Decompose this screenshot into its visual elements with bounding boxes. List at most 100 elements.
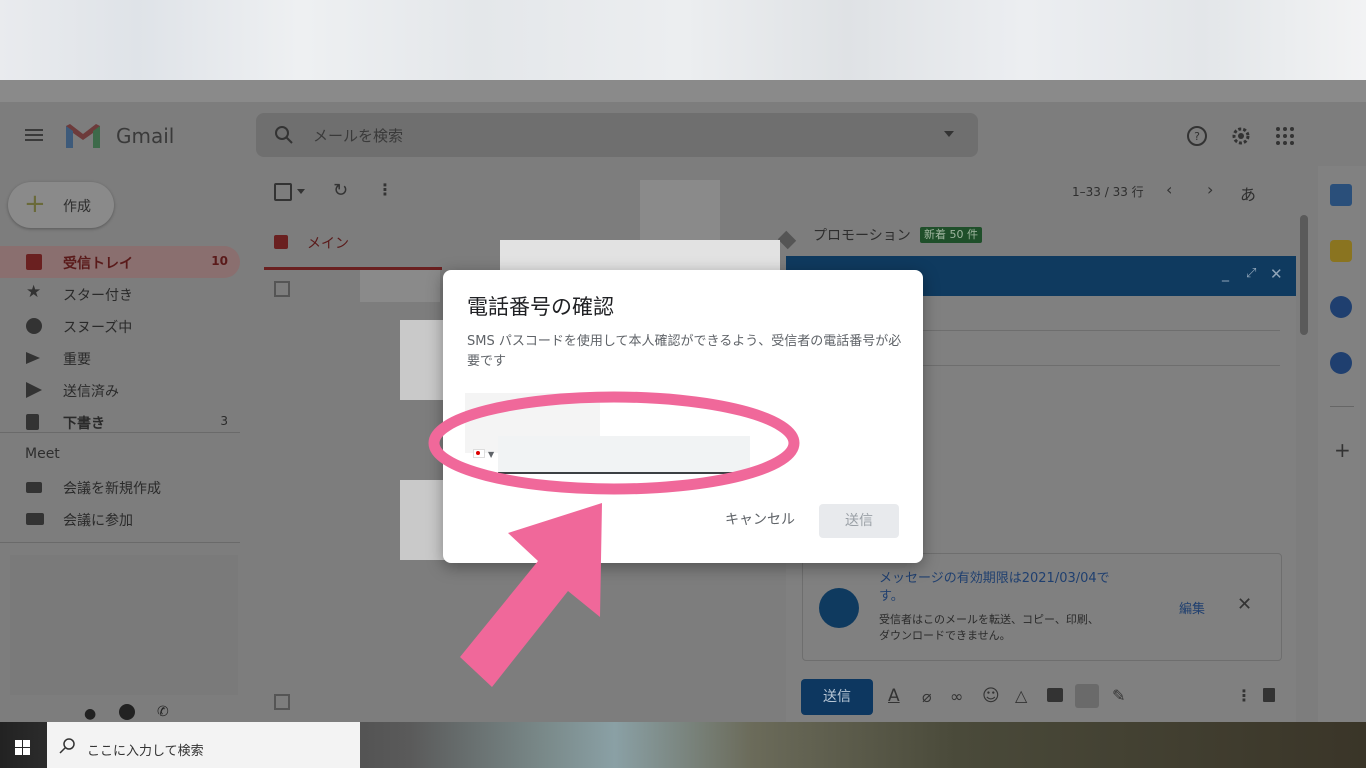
blurred-row <box>360 270 440 302</box>
more-compose-options-icon[interactable]: ⋮ <box>1236 686 1252 705</box>
prev-page-icon[interactable]: ‹ <box>1166 180 1172 199</box>
send-icon <box>26 382 42 398</box>
tab-promotions-label[interactable]: プロモーション <box>813 225 911 245</box>
phone-icon[interactable]: ✆ <box>157 704 169 720</box>
plus-icon: + <box>24 189 46 219</box>
keep-icon[interactable] <box>1330 240 1352 262</box>
inbox-icon <box>26 254 42 270</box>
attach-icon[interactable]: ⌀ <box>922 687 932 706</box>
expiry-clock-icon <box>819 588 859 628</box>
sidebar-item-label: 送信済み <box>63 384 119 400</box>
svg-text:?: ? <box>1194 130 1200 143</box>
divider <box>0 432 240 433</box>
blurred-hangouts-panel <box>10 555 238 695</box>
link-icon[interactable]: ∞ <box>950 687 963 706</box>
close-compose-icon[interactable]: ✕ <box>1270 265 1283 283</box>
search-icon <box>275 126 293 144</box>
blurred-bookmarks-bar <box>0 80 1366 102</box>
confidential-title: メッセージの有効期限は2021/03/04です。 <box>879 571 1110 604</box>
help-icon[interactable]: ? <box>1186 125 1208 147</box>
mail-search-bar[interactable]: メールを検索 <box>256 113 978 157</box>
tasks-icon[interactable] <box>1330 296 1352 318</box>
add-addon-icon[interactable]: + <box>1334 438 1351 462</box>
sidebar-item-inbox[interactable]: 受信トレイ 10 <box>0 246 240 278</box>
select-all-checkbox[interactable] <box>274 183 292 201</box>
remove-confidential-icon[interactable]: ✕ <box>1237 594 1252 615</box>
select-options-icon[interactable] <box>297 189 305 194</box>
video-camera-icon <box>26 482 42 493</box>
pagination-text: 1–33 / 33 行 <box>1072 185 1144 199</box>
confidential-mode-box: メッセージの有効期限は2021/03/04です。 受信者はこのメールを転送、コピ… <box>802 553 1282 661</box>
sidebar-item-important[interactable]: 重要 <box>0 342 240 374</box>
blurred-block <box>640 180 720 240</box>
formatting-icon[interactable]: A <box>888 686 900 706</box>
sidebar-item-label: 受信トレイ <box>63 256 133 272</box>
gmail-logo-icon <box>66 124 100 148</box>
compose-label: 作成 <box>63 199 91 215</box>
meet-new-meeting[interactable]: 会議を新規作成 <box>0 471 240 503</box>
draft-icon <box>26 414 39 430</box>
minimize-icon[interactable]: _ <box>1222 266 1229 282</box>
compose-button[interactable]: + 作成 <box>8 182 114 228</box>
search-input[interactable]: メールを検索 <box>313 125 403 146</box>
refresh-icon[interactable]: ↻ <box>333 180 348 201</box>
meet-header: Meet <box>25 446 60 462</box>
hangouts-icon[interactable] <box>119 704 135 720</box>
important-icon <box>26 352 40 364</box>
sidebar-item-starred[interactable]: ★ スター付き <box>0 278 240 310</box>
search-icon <box>59 738 75 754</box>
meet-new-meeting-label: 会議を新規作成 <box>63 481 161 497</box>
sidebar-item-sent[interactable]: 送信済み <box>0 374 240 406</box>
sidebar-item-label: 重要 <box>63 352 91 368</box>
meet-join-meeting[interactable]: 会議に参加 <box>0 503 240 535</box>
gmail-wordmark: Gmail <box>116 124 175 148</box>
signature-icon[interactable]: ✎ <box>1112 686 1125 705</box>
more-options-icon[interactable]: ⋮ <box>377 180 393 199</box>
meet-join-meeting-label: 会議に参加 <box>63 513 133 529</box>
sidebar-item-snoozed[interactable]: スヌーズ中 <box>0 310 240 342</box>
scrollbar[interactable] <box>1300 215 1308 335</box>
tab-main-label: メイン <box>307 236 349 252</box>
fullscreen-icon[interactable]: ⤢ <box>1246 266 1256 281</box>
drive-icon[interactable]: △ <box>1015 686 1027 705</box>
settings-gear-icon[interactable] <box>1229 124 1253 148</box>
clock-icon <box>26 318 42 334</box>
send-button[interactable]: 送信 <box>819 504 899 538</box>
taskbar-search-placeholder: ここに入力して検索 <box>87 744 204 759</box>
calendar-icon[interactable] <box>1330 184 1352 206</box>
annotation-highlight <box>428 391 800 687</box>
edit-link[interactable]: 編集 <box>1179 598 1205 617</box>
confidential-description: 受信者はこのメールを転送、コピー、印刷、ダウンロードできません。 <box>879 613 1099 642</box>
star-icon: ★ <box>26 282 42 302</box>
divider <box>0 542 240 543</box>
inbox-tab-icon <box>274 235 288 249</box>
search-options-icon[interactable] <box>944 131 954 137</box>
sidebar-item-label: スター付き <box>63 288 133 304</box>
promotions-badge: 新着 50 件 <box>920 227 982 243</box>
divider <box>1330 406 1354 407</box>
photo-icon[interactable] <box>1047 688 1063 702</box>
blurred-browser-bar <box>0 0 1366 80</box>
sidebar-item-label: スヌーズ中 <box>63 320 133 336</box>
apps-grid-icon[interactable] <box>1275 126 1295 146</box>
next-page-icon[interactable]: › <box>1207 180 1213 199</box>
tab-main[interactable]: メイン <box>264 226 442 270</box>
contacts-icon[interactable] <box>1330 352 1352 374</box>
sidebar-item-label: 下書き <box>63 416 105 432</box>
row-checkbox[interactable] <box>274 694 290 710</box>
drafts-count: 3 <box>220 414 228 428</box>
side-panel-rail: + <box>1318 166 1366 722</box>
dialog-description: SMS パスコードを使用して本人確認ができるよう、受信者の電話番号が必要です <box>467 334 902 369</box>
contact-icon[interactable]: ● <box>84 706 96 722</box>
emoji-icon[interactable]: ☺ <box>982 686 1000 706</box>
input-tools-button[interactable]: あ <box>1240 181 1256 205</box>
dialog-title: 電話番号の確認 <box>467 295 614 319</box>
row-checkbox[interactable] <box>274 281 290 297</box>
confidential-mode-icon[interactable] <box>1075 684 1099 708</box>
unread-count: 10 <box>211 254 228 268</box>
windows-start-icon[interactable] <box>15 740 31 756</box>
sidebar-item-drafts[interactable]: 下書き 3 <box>0 406 240 438</box>
discard-draft-icon[interactable] <box>1263 688 1275 702</box>
keyboard-icon <box>26 513 44 525</box>
main-menu-icon[interactable] <box>25 126 43 144</box>
